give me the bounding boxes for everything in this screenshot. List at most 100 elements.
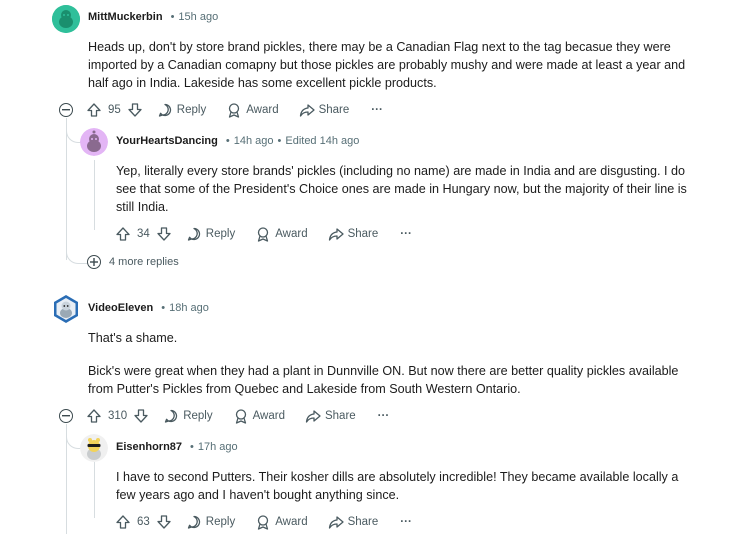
avatar[interactable] [80,128,108,156]
separator-dot: • [225,135,230,147]
timestamp[interactable]: 15h ago [178,11,218,23]
comment-paragraph: Yep, literally every store brands' pickl… [116,164,687,214]
comment-body: Heads up, don't by store brand pickles, … [88,38,698,92]
timestamp[interactable]: 14h ago [234,135,274,147]
reply-icon [187,515,200,529]
avatar[interactable] [52,294,80,324]
timestamp[interactable]: 17h ago [198,441,238,453]
share-button[interactable]: Share [328,514,378,530]
overflow-menu-button[interactable]: ··· [400,516,412,528]
award-icon [258,227,269,242]
overflow-icon: ··· [371,104,383,116]
overflow-menu-button[interactable]: ··· [371,104,383,116]
collapse-button[interactable] [59,409,73,423]
reply-icon [165,409,178,423]
more-replies-button[interactable]: 4 more replies [87,255,179,269]
award-button[interactable]: Award [226,102,279,118]
award-label: Award [252,410,285,422]
reply-label: Reply [183,410,213,422]
upvote-icon [87,409,101,423]
overflow-icon: ··· [377,410,390,422]
award-button[interactable]: Award [233,408,285,424]
award-button[interactable]: Award [255,514,308,530]
comment-paragraph: I have to second Putters. Their kosher d… [116,470,679,502]
share-icon [299,104,315,117]
username[interactable]: YourHeartsDancing [116,135,218,147]
reply-icon [158,103,171,117]
overflow-menu-button[interactable]: ··· [400,228,412,240]
vote-count: 310 [108,410,128,422]
upvote-button[interactable] [115,514,131,530]
share-button[interactable]: Share [299,102,350,118]
downvote-icon [128,103,142,117]
comment-actions: 310 Reply Award Share ··· [86,406,389,426]
award-icon [229,103,240,118]
comment-actions: 63 Reply Award Share ··· [115,512,412,532]
downvote-button[interactable] [133,408,149,424]
thread-line[interactable] [66,118,67,260]
separator-dot: • [190,441,194,453]
separator-dot: • [277,135,282,147]
vote-count: 34 [137,228,150,240]
comment-actions: 95 Reply Award Share ··· [86,100,383,120]
share-icon [305,410,321,423]
thread-elbow [66,240,87,264]
comment-meta: YourHeartsDancing • 14h ago • Edited 14h… [116,135,359,147]
upvote-button[interactable] [86,102,102,118]
share-label: Share [318,104,350,116]
share-button[interactable]: Share [328,226,379,242]
reply-label: Reply [205,228,236,240]
username[interactable]: VideoEleven [88,302,153,314]
comment-actions: 34 Reply Award Share ··· [115,224,412,244]
avatar[interactable] [80,434,108,462]
share-label: Share [324,410,356,422]
comment-meta: VideoEleven • 18h ago [88,302,209,314]
expand-icon [87,255,101,269]
timestamp[interactable]: 18h ago [169,302,209,314]
downvote-button[interactable] [156,226,172,242]
collapse-icon [62,415,70,417]
share-icon [328,228,344,241]
reply-button[interactable]: Reply [186,514,235,530]
upvote-button[interactable] [86,408,102,424]
downvote-icon [157,227,171,241]
username[interactable]: Eisenhorn87 [116,441,182,453]
more-replies-label: 4 more replies [109,256,179,268]
upvote-icon [87,103,101,117]
comment-meta: Eisenhorn87 • 17h ago [116,441,238,453]
downvote-button[interactable] [156,514,172,530]
award-label: Award [275,228,308,240]
collapse-button[interactable] [59,103,73,117]
snoo-avatar-icon [80,128,108,156]
avatar[interactable] [52,5,80,33]
reply-button[interactable]: Reply [186,226,235,242]
reply-label: Reply [205,516,236,528]
overflow-icon: ··· [400,516,412,528]
edited-label: Edited 14h ago [285,135,360,147]
snoo-avatar-icon [52,5,80,33]
award-label: Award [246,104,279,116]
upvote-icon [116,227,130,241]
vote-count: 63 [137,516,150,528]
upvote-icon [116,515,130,529]
reply-button[interactable]: Reply [163,408,213,424]
share-button[interactable]: Share [305,408,356,424]
upvote-button[interactable] [115,226,131,242]
reply-label: Reply [176,104,207,116]
comment-paragraph: Bick's were great when they had a plant … [88,364,679,396]
overflow-menu-button[interactable]: ··· [378,410,390,422]
reply-icon [187,227,200,241]
share-label: Share [347,228,379,240]
username[interactable]: MittMuckerbin [88,11,163,23]
award-icon [258,515,269,530]
thread-line[interactable] [94,160,95,230]
reply-button[interactable]: Reply [157,102,206,118]
overflow-icon: ··· [400,228,412,240]
downvote-button[interactable] [127,102,143,118]
award-label: Award [275,516,308,528]
collapse-icon [62,109,70,111]
award-button[interactable]: Award [255,226,308,242]
separator-dot: • [170,11,175,23]
thread-line[interactable] [94,462,95,518]
snoo-avatar-icon [80,434,108,462]
